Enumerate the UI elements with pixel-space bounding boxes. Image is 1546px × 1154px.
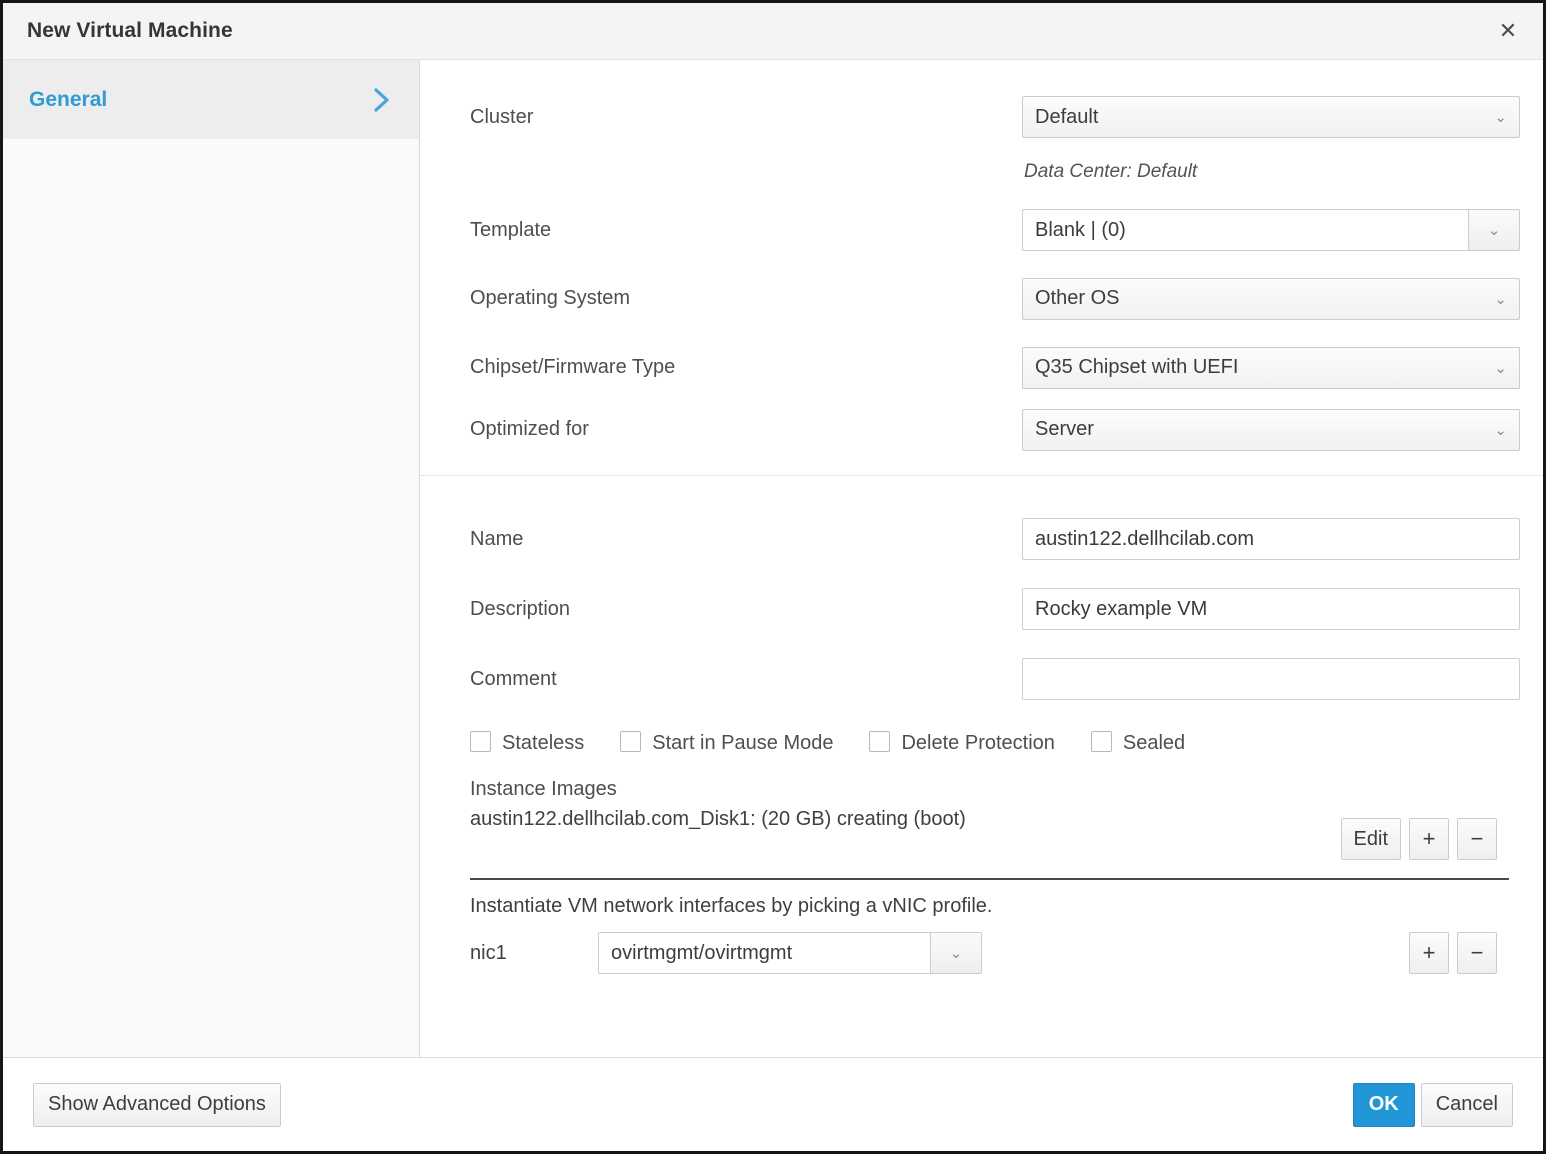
add-nic-button[interactable]: +	[1409, 932, 1449, 974]
dialog-footer: Show Advanced Options OK Cancel	[3, 1058, 1543, 1151]
operating-system-control: Other OS ⌄	[1022, 278, 1520, 320]
chipset-select[interactable]: Q35 Chipset with UEFI ⌄	[1022, 347, 1520, 389]
instance-images-row: austin122.dellhcilab.com_Disk1: (20 GB) …	[454, 806, 1509, 860]
field-row-chipset: Chipset/Firmware Type Q35 Chipset with U…	[454, 333, 1509, 402]
section-identity: Name Description Comment	[420, 476, 1543, 974]
start-in-pause-mode-label: Start in Pause Mode	[652, 732, 833, 755]
optimized-for-label: Optimized for	[454, 418, 1022, 441]
comment-input[interactable]	[1022, 658, 1520, 700]
operating-system-select[interactable]: Other OS ⌄	[1022, 278, 1520, 320]
form-panel: Cluster Default ⌄ Data Center: Default	[420, 60, 1543, 1057]
cluster-label: Cluster	[454, 106, 1022, 129]
show-advanced-options-button[interactable]: Show Advanced Options	[33, 1083, 281, 1127]
vnic-row: nic1 ovirtmgmt/ovirtmgmt ⌄ + −	[454, 932, 1509, 974]
description-control	[1022, 588, 1520, 630]
sealed-label: Sealed	[1123, 732, 1185, 755]
chevron-down-icon: ⌄	[1486, 290, 1507, 308]
remove-disk-button[interactable]: −	[1457, 818, 1497, 860]
dialog-body: General Cluster Default ⌄	[3, 60, 1543, 1058]
edit-disk-button[interactable]: Edit	[1341, 818, 1401, 860]
nic1-profile-select[interactable]: ovirtmgmt/ovirtmgmt ⌄	[598, 932, 982, 974]
template-select[interactable]: Blank | (0) ⌄	[1022, 209, 1520, 251]
stateless-checkbox[interactable]	[470, 731, 491, 752]
instance-images-entry: austin122.dellhcilab.com_Disk1: (20 GB) …	[454, 806, 1341, 831]
sidebar-item-label: General	[29, 88, 371, 112]
nic1-profile-value: ovirtmgmt/ovirtmgmt	[598, 932, 930, 974]
name-input[interactable]	[1022, 518, 1520, 560]
dialog-title: New Virtual Machine	[27, 19, 233, 43]
optimized-for-select[interactable]: Server ⌄	[1022, 409, 1520, 451]
vnic-description: Instantiate VM network interfaces by pic…	[454, 895, 992, 918]
cluster-control: Default ⌄	[1022, 96, 1520, 138]
field-row-cluster: Cluster Default ⌄	[454, 86, 1509, 148]
ok-button[interactable]: OK	[1353, 1083, 1415, 1127]
nic1-label: nic1	[454, 942, 598, 965]
field-row-name: Name	[454, 504, 1509, 574]
template-label: Template	[454, 219, 1022, 242]
name-label: Name	[454, 528, 1022, 551]
remove-nic-button[interactable]: −	[1457, 932, 1497, 974]
stateless-label: Stateless	[502, 732, 584, 755]
start-in-pause-mode-checkbox[interactable]	[620, 731, 641, 752]
new-vm-dialog: New Virtual Machine ✕ General Cluster	[0, 0, 1546, 1154]
chevron-down-icon[interactable]: ⌄	[930, 932, 982, 974]
section-hardware: Cluster Default ⌄ Data Center: Default	[420, 60, 1543, 475]
add-disk-button[interactable]: +	[1409, 818, 1449, 860]
vnic-description-row: Instantiate VM network interfaces by pic…	[454, 880, 1509, 932]
chevron-down-icon: ⌄	[1486, 359, 1507, 377]
optimized-for-control: Server ⌄	[1022, 409, 1520, 451]
cluster-select[interactable]: Default ⌄	[1022, 96, 1520, 138]
field-row-comment: Comment	[454, 644, 1509, 714]
sealed-checkbox[interactable]	[1091, 731, 1112, 752]
chevron-down-icon: ⌄	[1486, 108, 1507, 126]
chipset-control: Q35 Chipset with UEFI ⌄	[1022, 347, 1520, 389]
chevron-right-icon	[371, 85, 393, 115]
optimized-for-value: Server	[1035, 418, 1486, 441]
dialog-titlebar: New Virtual Machine ✕	[3, 3, 1543, 60]
vnic-actions: + −	[1409, 932, 1509, 974]
instance-images-actions: Edit + −	[1341, 806, 1509, 860]
field-row-operating-system: Operating System Other OS ⌄	[454, 264, 1509, 333]
delete-protection-label: Delete Protection	[901, 732, 1054, 755]
chevron-down-icon: ⌄	[1486, 421, 1507, 439]
cluster-value: Default	[1035, 106, 1486, 129]
name-control	[1022, 518, 1520, 560]
instance-images-label: Instance Images	[454, 778, 617, 801]
sidebar-item-general[interactable]: General	[3, 60, 419, 139]
field-row-template: Template Blank | (0) ⌄	[454, 196, 1509, 264]
chevron-down-icon[interactable]: ⌄	[1468, 209, 1520, 251]
operating-system-value: Other OS	[1035, 287, 1486, 310]
cluster-hint-row: Data Center: Default	[454, 148, 1509, 196]
template-value: Blank | (0)	[1022, 209, 1468, 251]
chipset-value: Q35 Chipset with UEFI	[1035, 356, 1486, 379]
cancel-button[interactable]: Cancel	[1421, 1083, 1513, 1127]
instance-images-header: Instance Images	[454, 772, 1509, 806]
comment-label: Comment	[454, 668, 1022, 691]
template-control: Blank | (0) ⌄	[1022, 209, 1520, 251]
description-label: Description	[454, 598, 1022, 621]
chipset-label: Chipset/Firmware Type	[454, 356, 1022, 379]
dialog-sidebar: General	[3, 60, 420, 1057]
close-icon[interactable]: ✕	[1491, 14, 1525, 48]
comment-control	[1022, 658, 1520, 700]
data-center-hint: Data Center: Default	[1022, 161, 1509, 183]
options-checkbox-row: Stateless Start in Pause Mode Delete Pro…	[454, 714, 1509, 772]
field-row-optimized-for: Optimized for Server ⌄	[454, 402, 1509, 457]
description-input[interactable]	[1022, 588, 1520, 630]
cluster-hint-control: Data Center: Default	[1022, 161, 1509, 183]
delete-protection-checkbox[interactable]	[869, 731, 890, 752]
field-row-description: Description	[454, 574, 1509, 644]
operating-system-label: Operating System	[454, 287, 1022, 310]
